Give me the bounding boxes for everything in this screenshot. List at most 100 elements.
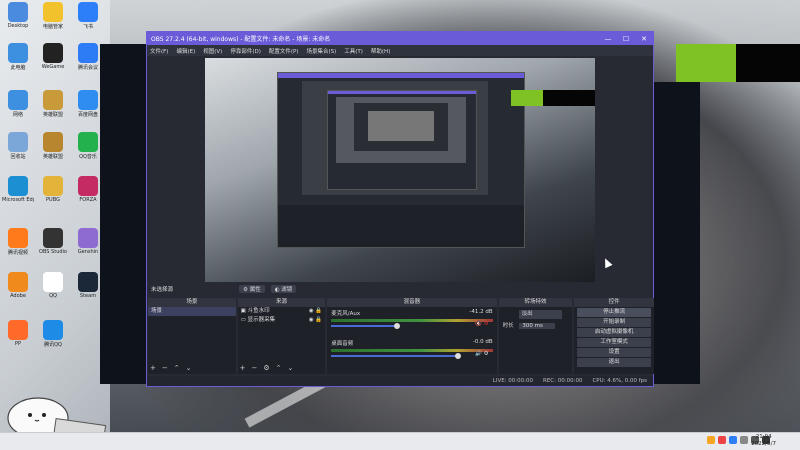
- add-source-icon[interactable]: +: [240, 364, 246, 372]
- mute-icon[interactable]: 🔇 ⚙: [475, 321, 489, 327]
- start-recording-button[interactable]: 开始录制: [577, 318, 651, 327]
- desktop-icon[interactable]: 英雄联盟: [37, 90, 69, 118]
- menu-item[interactable]: 文件(F): [150, 47, 168, 55]
- taskbar-clock[interactable]: 21:04 2022/5/7: [751, 434, 776, 448]
- maximize-button[interactable]: ☐: [617, 35, 635, 43]
- add-scene-icon[interactable]: +: [150, 364, 156, 372]
- desktop-icon[interactable]: 网络: [2, 90, 34, 118]
- app-icon: [8, 272, 28, 292]
- mixer-header: 混音器: [327, 298, 497, 307]
- desktop-icon-label: Microsoft Edge: [2, 197, 34, 203]
- app-icon: [78, 272, 98, 292]
- desktop-icon[interactable]: 飞书: [72, 2, 104, 30]
- obs-status-bar: LIVE: 00:00:00 REC: 00:00:00 CPU: 4.6%, …: [147, 376, 653, 386]
- desktop-icon[interactable]: 腾讯QQ: [37, 320, 69, 348]
- transitions-dock: 转场特效 淡出 时长 300 ms: [498, 298, 573, 374]
- remove-scene-icon[interactable]: −: [162, 364, 168, 372]
- rec-timer: REC: 00:00:00: [543, 378, 583, 384]
- desktop-icon[interactable]: Genshin: [72, 228, 104, 255]
- desktop-icon[interactable]: 百度网盘: [72, 90, 104, 118]
- desktop-icon-label: 腾讯QQ: [44, 342, 62, 348]
- remove-source-icon[interactable]: −: [252, 364, 258, 372]
- app-icon: [8, 2, 28, 22]
- preview-canvas[interactable]: [205, 58, 595, 282]
- volume-slider[interactable]: [331, 323, 400, 329]
- menu-item[interactable]: 视图(V): [203, 47, 222, 55]
- visibility-icon[interactable]: ◉ 🔒: [309, 307, 322, 316]
- menu-item[interactable]: 帮助(H): [371, 47, 390, 55]
- menu-item[interactable]: 停靠部件(D): [230, 47, 261, 55]
- wallpaper-black-block: [736, 44, 800, 82]
- controls-header: 控件: [574, 298, 654, 307]
- desktop-icon[interactable]: QQ音乐: [72, 132, 104, 160]
- desktop-icon[interactable]: 腾讯视频: [2, 228, 34, 256]
- cpu-usage: CPU: 4.6%, 0.00 fps: [592, 378, 647, 384]
- app-icon: [43, 132, 63, 152]
- desktop-icon-label: 此电脑: [10, 65, 26, 71]
- move-down-icon[interactable]: ⌄: [288, 364, 294, 372]
- studio-mode-button[interactable]: 工作室模式: [577, 338, 651, 347]
- desktop-icon[interactable]: 腾讯会议: [72, 43, 104, 71]
- desktop-icon[interactable]: WeGame: [37, 43, 69, 70]
- tray-app-icon[interactable]: [707, 436, 715, 444]
- desktop-icon[interactable]: 电脑管家: [37, 2, 69, 30]
- desktop-icon-label: 腾讯会议: [77, 65, 98, 71]
- minimize-button[interactable]: —: [599, 35, 617, 43]
- desktop-icon-label: 电脑管家: [42, 24, 63, 30]
- exit-button[interactable]: 退出: [577, 358, 651, 367]
- app-icon: [8, 90, 28, 110]
- desktop-icon[interactable]: QQ: [37, 272, 69, 299]
- transition-select[interactable]: 淡出: [518, 310, 563, 319]
- volume-slider[interactable]: [331, 353, 462, 359]
- desktop-icon[interactable]: PP: [2, 320, 34, 347]
- desktop-icon[interactable]: FORZA: [72, 176, 104, 203]
- properties-button[interactable]: ⚙ 属性: [239, 285, 265, 293]
- controls-dock: 控件 停止推流 开始录制 启动虚拟摄像机 工作室模式 设置 退出: [574, 298, 654, 374]
- source-item[interactable]: ▭ 显示器采集 ◉ 🔒: [238, 316, 326, 325]
- move-down-icon[interactable]: ⌄: [186, 364, 192, 372]
- obs-title-bar[interactable]: OBS 27.2.4 (64-bit, windows) - 配置文件: 未命名…: [147, 32, 653, 45]
- desktop-icon[interactable]: Microsoft Edge: [2, 176, 34, 203]
- menu-item[interactable]: 编辑(E): [176, 47, 195, 55]
- desktop-icon-label: Adobe: [10, 293, 26, 299]
- desktop-icon[interactable]: Adobe: [2, 272, 34, 299]
- duration-input[interactable]: 300 ms: [519, 323, 555, 329]
- move-up-icon[interactable]: ⌃: [276, 364, 282, 372]
- desktop-icon-label: 飞书: [82, 24, 93, 30]
- clock-time: 21:04: [755, 434, 772, 440]
- desktop-icon[interactable]: 回收站: [2, 132, 34, 160]
- move-up-icon[interactable]: ⌃: [174, 364, 180, 372]
- source-label: 显示器采集: [247, 317, 276, 323]
- stop-stream-button[interactable]: 停止推流: [577, 308, 651, 317]
- close-button[interactable]: ✕: [635, 35, 653, 43]
- desktop-icon[interactable]: Desktop: [2, 2, 34, 29]
- menu-item[interactable]: 配置文件(P): [269, 47, 299, 55]
- desktop-icon[interactable]: PUBG: [37, 176, 69, 203]
- dock-panels: 场景 场景 + − ⌃ ⌄ 来源 ▣ 斗鱼水印 ◉ 🔒 ▭ 显示器采集 ◉ 🔒 + …: [148, 298, 654, 374]
- desktop-icon-label: PUBG: [46, 197, 60, 203]
- desktop-icon[interactable]: 英雄联盟: [37, 132, 69, 160]
- app-icon: [78, 132, 98, 152]
- filters-button[interactable]: ◐ 滤镜: [270, 285, 297, 293]
- source-item[interactable]: ▣ 斗鱼水印 ◉ 🔒: [238, 307, 326, 316]
- wallpaper-dark-panel: [654, 82, 700, 384]
- scene-item[interactable]: 场景: [148, 307, 236, 316]
- tray-app-icon[interactable]: [718, 436, 726, 444]
- menu-item[interactable]: 场景集合(S): [306, 47, 336, 55]
- filters-label: 滤镜: [281, 287, 293, 293]
- source-settings-icon[interactable]: ⚙: [263, 364, 269, 372]
- duration-row: 时长 300 ms: [499, 321, 573, 329]
- desktop-icon[interactable]: 此电脑: [2, 43, 34, 71]
- menu-item[interactable]: 工具(T): [344, 47, 363, 55]
- desktop-icon[interactable]: OBS Studio: [37, 228, 69, 255]
- wifi-icon[interactable]: [740, 436, 748, 444]
- virtual-camera-button[interactable]: 启动虚拟摄像机: [577, 328, 651, 337]
- tray-app-icon[interactable]: [729, 436, 737, 444]
- visibility-icon[interactable]: ◉ 🔒: [309, 316, 322, 325]
- app-icon: [78, 176, 98, 196]
- speaker-icon[interactable]: 🔊 ⚙: [475, 351, 489, 357]
- desktop-icon[interactable]: Steam: [72, 272, 104, 299]
- mixer-channel: 桌面音频 -0.0 dB 🔊 ⚙: [327, 337, 496, 359]
- settings-button[interactable]: 设置: [577, 348, 651, 357]
- desktop-icon-label: 百度网盘: [77, 112, 98, 118]
